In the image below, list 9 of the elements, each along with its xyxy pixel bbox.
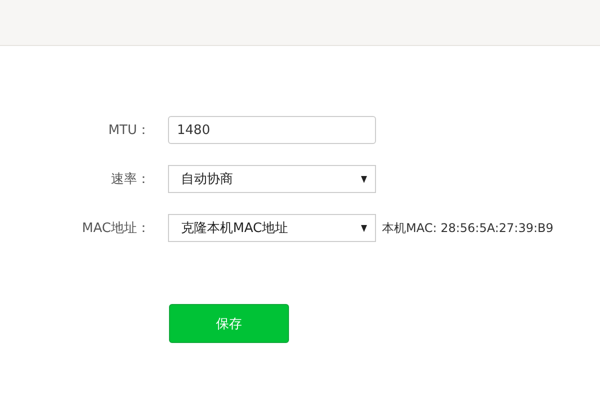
- input-field[interactable]: 1480: [168, 116, 376, 144]
- dropdown[interactable]: 自动协商: [168, 165, 376, 193]
- caret-icon: [361, 224, 367, 232]
- field-label: MTU：: [107, 122, 150, 139]
- mac-address-text: 本机MAC: 28:56:5A:27:39:B9: [382, 220, 554, 236]
- field-label: 速率：: [110, 171, 150, 188]
- dropdown[interactable]: 克隆本机MAC地址: [168, 214, 376, 242]
- caret-icon: [361, 176, 367, 182]
- field-label: MAC地址：: [81, 220, 150, 237]
